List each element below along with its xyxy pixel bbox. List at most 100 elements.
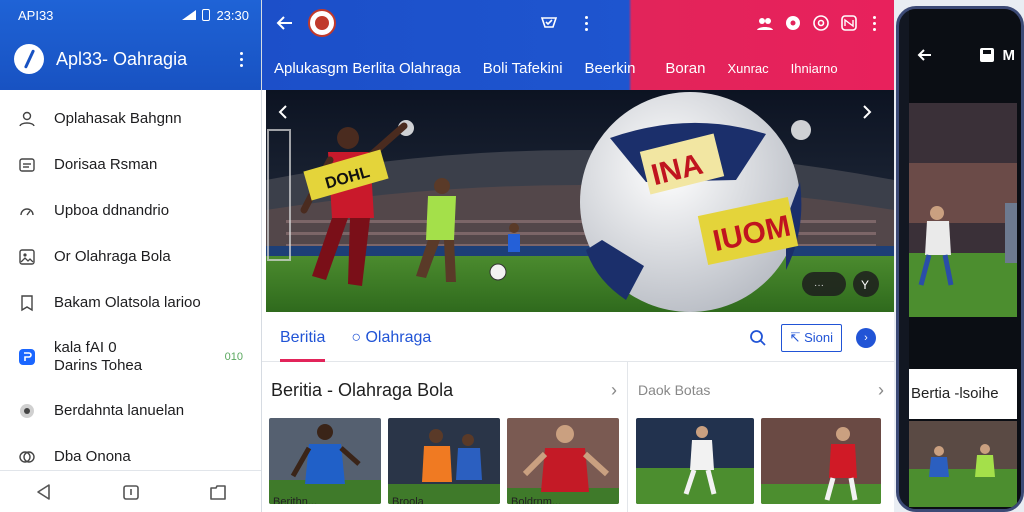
menu-item-football[interactable]: Or Olahraga Bola	[0, 234, 261, 280]
chevron-right-icon[interactable]: ›	[611, 380, 617, 401]
media-action-label: Y	[861, 278, 869, 292]
hero-banner[interactable]: DOHL INA IUOM ··· Y	[266, 90, 894, 312]
app-title: Apl33- Oahragia	[56, 48, 188, 69]
phone-header-label: M	[1002, 46, 1016, 64]
follow-icon: ↸	[789, 329, 801, 345]
user-icon	[19, 111, 35, 127]
more-options-icon[interactable]	[868, 15, 880, 31]
section-tabs: Beritia ○ Olahraga ↸ Sioni ›	[262, 314, 894, 362]
tab-ihniarno[interactable]: Ihniarno	[791, 61, 838, 76]
bookmark-icon	[21, 295, 33, 312]
follow-button-label: Sioni	[804, 329, 833, 345]
tab-latest[interactable]: Beerkin	[585, 60, 636, 77]
news-section-football: Beritia - Olahraga Bola › Berithn... Bro…	[262, 362, 628, 512]
news-thumbnail	[507, 418, 619, 504]
more-options-icon[interactable]	[580, 15, 592, 31]
menu-item-label: kala fAI 0 Darins Tohea	[54, 339, 207, 375]
main-app: Aplukasgm Berlita Olahraga Boli Tafekini…	[262, 0, 894, 512]
category-tabs: Aplukasgm Berlita Olahraga Boli Tafekini…	[262, 46, 894, 90]
settings-icon	[20, 404, 34, 418]
hero-image: DOHL INA IUOM ··· Y	[266, 90, 894, 312]
notification-icon[interactable]	[784, 14, 802, 32]
menu-item-label: Dorisaa Rsman	[54, 156, 158, 173]
top-app-bar: Aplukasgm Berlita Olahraga Boli Tafekini…	[262, 0, 894, 90]
more-options-icon[interactable]	[235, 51, 247, 67]
club-logo[interactable]	[308, 9, 336, 37]
phone-preview: M Bertia -lsoihe	[896, 6, 1024, 512]
back-arrow-icon[interactable]	[917, 47, 933, 63]
verified-icon[interactable]	[540, 14, 558, 32]
globe-icon: ○	[351, 328, 362, 346]
menu-item-links[interactable]: kala fAI 0 Darins Tohea 010	[0, 326, 261, 388]
message-icon	[19, 158, 35, 172]
back-arrow-icon[interactable]	[276, 14, 294, 32]
search-icon[interactable]	[749, 329, 767, 347]
recents-nav-icon[interactable]	[208, 482, 228, 502]
menu-item-label: Bakam Olatsola larioo	[54, 294, 201, 311]
wifi-icon	[182, 10, 197, 20]
phone-caption: Bertia -lsoihe	[909, 369, 1017, 419]
share-button[interactable]: ›	[856, 327, 876, 348]
phone-thumbnail[interactable]	[909, 421, 1017, 507]
menu-item-settings[interactable]: Berdahnta lanuelan	[0, 388, 261, 434]
menu-item-profile[interactable]: Oplahasak Bahgnn	[0, 96, 261, 142]
news-card-caption: Berithn...	[273, 496, 318, 504]
menu-item-messages[interactable]: Dorisaa Rsman	[0, 142, 261, 188]
link-icon	[19, 349, 35, 365]
news-card-caption: Broola	[392, 496, 424, 504]
navigation-drawer: API33 23:30 Apl33- Oahragia Oplahasak Ba…	[0, 0, 262, 512]
tab-xunrac[interactable]: Xunrac	[727, 61, 768, 76]
news-thumbnail	[388, 418, 500, 504]
section-title: Beritia - Olahraga Bola	[271, 379, 454, 400]
menu-item-dashboard[interactable]: Upboa ddnandrio	[0, 188, 261, 234]
status-time: 23:30	[216, 7, 249, 23]
news-card[interactable]: Broola	[388, 418, 500, 504]
news-section-highlights: Daok Botas ›	[629, 362, 894, 512]
phone-hero-image[interactable]	[909, 103, 1017, 317]
news-thumbnail	[636, 418, 754, 504]
profile-card-icon[interactable]	[840, 14, 858, 32]
phone-hero-graphic	[909, 103, 1017, 317]
home-nav-icon[interactable]	[121, 482, 141, 502]
phone-screen: M Bertia -lsoihe	[909, 9, 1021, 509]
chat-icon	[19, 451, 35, 463]
menu-item-badge: 010	[224, 351, 243, 363]
menu-item-label: Upboa ddnandrio	[54, 202, 170, 219]
media-chip-label: ···	[814, 280, 824, 291]
group-icon[interactable]	[756, 14, 774, 32]
menu-item-saved[interactable]: Bakam Olatsola larioo	[0, 280, 261, 326]
media-chip[interactable]	[802, 272, 846, 296]
gauge-icon	[20, 208, 34, 216]
news-card[interactable]	[761, 418, 881, 504]
news-card[interactable]: Berithn...	[269, 418, 381, 504]
chevron-right-icon[interactable]: ›	[878, 380, 884, 401]
follow-button[interactable]: ↸ Sioni	[780, 323, 842, 352]
tab-football[interactable]: Boli Tafekini	[483, 60, 563, 77]
phone-thumbnail-graphic	[909, 421, 1017, 507]
tab-sports-news[interactable]: Aplukasgm Berlita Olahraga	[274, 60, 461, 77]
news-thumbnail	[269, 418, 381, 504]
news-card[interactable]: Boldrnm...	[507, 418, 619, 504]
save-icon[interactable]	[979, 47, 995, 63]
system-nav-bar	[0, 470, 261, 512]
app-logo	[14, 44, 44, 74]
drawer-menu: Oplahasak Bahgnn Dorisaa Rsman Upboa ddn…	[0, 90, 261, 480]
drawer-header: API33 23:30 Apl33- Oahragia	[0, 0, 261, 90]
menu-item-label: Or Olahraga Bola	[54, 248, 171, 265]
news-thumbnail	[761, 418, 881, 504]
menu-item-label: Berdahnta lanuelan	[54, 402, 185, 419]
section-title: Daok Botas	[638, 382, 711, 398]
news-card[interactable]	[636, 418, 754, 504]
menu-item-label-line2: Darins Tohea	[54, 357, 143, 374]
tab-olahraga[interactable]: ○ Olahraga	[351, 314, 431, 362]
status-bar: API33 23:30	[0, 0, 261, 30]
news-card-caption: Boldrnm...	[511, 496, 562, 504]
back-nav-icon[interactable]	[34, 482, 54, 502]
battery-icon	[202, 9, 211, 21]
menu-item-label-line1: kala fAI 0	[54, 339, 117, 356]
tab-boran[interactable]: Boran	[665, 60, 705, 77]
carrier-label: API33	[18, 7, 54, 23]
tab-berita[interactable]: Beritia	[280, 314, 326, 362]
mention-icon[interactable]	[812, 14, 830, 32]
image-icon	[19, 249, 35, 265]
